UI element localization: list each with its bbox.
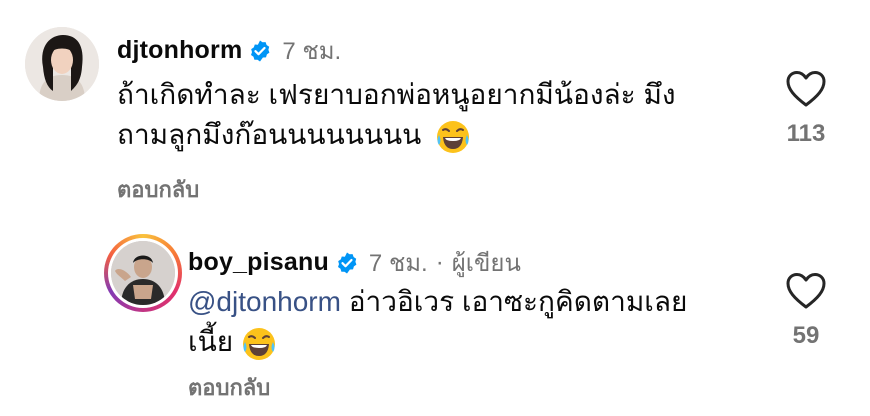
avatar[interactable] <box>25 27 99 101</box>
laughing-tears-emoji <box>242 327 275 360</box>
verified-badge-icon <box>337 252 357 273</box>
laughing-tears-emoji <box>437 120 470 153</box>
comment-text-line: ถ้าเกิดทำละ เฟรยาบอกพ่อหนูอยากมีน้องล่ะ … <box>117 79 676 110</box>
comment-text-content: อ่าวอิเวร เอาซะกูคิดตามเลย <box>340 286 688 317</box>
comment-header: djtonhorm 7 ชม. <box>117 31 341 70</box>
comment-text-line-content: ถามลูกมึงก๊อนนนนนนนน <box>117 119 422 150</box>
reply-button[interactable]: ตอบกลับ <box>117 172 199 207</box>
reply-button[interactable]: ตอบกลับ <box>188 370 270 405</box>
avatar <box>111 241 175 305</box>
username[interactable]: djtonhorm <box>117 36 242 65</box>
comment-text: ถ้าเกิดทำละ เฟรยาบอกพ่อหนูอยากมีน้องล่ะ … <box>117 75 737 155</box>
avatar-story-ring[interactable] <box>104 234 182 312</box>
like-count: 113 <box>786 120 826 147</box>
comment-text-line-2: เนี้ย <box>188 322 748 362</box>
comment-time: 7 ชม. <box>368 250 428 277</box>
heart-icon[interactable] <box>786 272 826 310</box>
like-count: 59 <box>792 322 820 349</box>
heart-icon[interactable] <box>786 70 826 108</box>
mention-link[interactable]: @djtonhorm <box>188 286 341 317</box>
author-label: ผู้เขียน <box>451 250 521 277</box>
comment-boy-pisanu: boy_pisanu 7 ชม. · ผู้เขียน @djtonhorm อ… <box>0 210 870 416</box>
comment-text-line-2: ถามลูกมึงก๊อนนนนนนนน <box>117 115 737 155</box>
separator-dot: · <box>435 248 444 276</box>
like-control: 113 <box>776 70 836 148</box>
comment-time: 7 ชม. <box>282 38 342 65</box>
like-control: 59 <box>776 272 836 350</box>
verified-badge-icon <box>251 40 270 61</box>
comment-text-line-content: เนี้ย <box>188 326 234 357</box>
comment-header: boy_pisanu 7 ชม. · ผู้เขียน <box>188 243 521 282</box>
username[interactable]: boy_pisanu <box>188 248 329 277</box>
comment-text-line: @djtonhorm อ่าวอิเวร เอาซะกูคิดตามเลย <box>188 282 748 322</box>
comment-djtonhorm: djtonhorm 7 ชม. ถ้าเกิดทำละ เฟรยาบอกพ่อห… <box>0 0 870 210</box>
comment-text: @djtonhorm อ่าวอิเวร เอาซะกูคิดตามเลย เน… <box>188 282 748 362</box>
